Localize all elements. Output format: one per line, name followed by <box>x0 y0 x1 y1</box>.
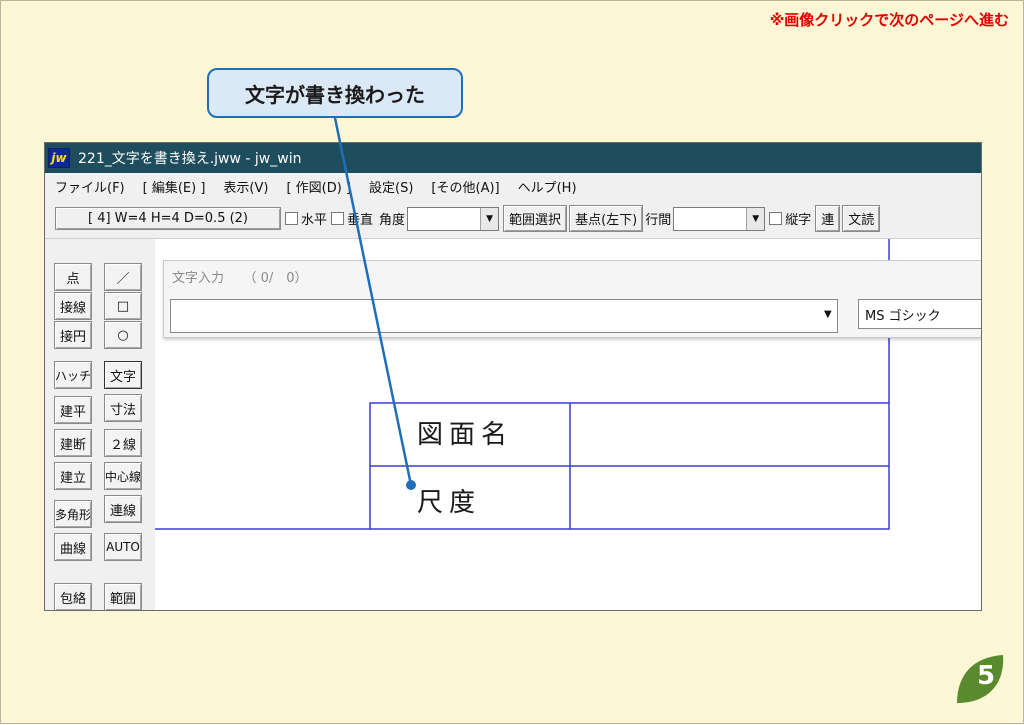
tool-dimension[interactable]: 寸法 <box>104 394 142 422</box>
tool-tangent-circle[interactable]: 接円 <box>54 321 92 349</box>
slide[interactable]: ※画像クリックで次のページへ進む 文字が書き換わった jw 221_文字を書き換… <box>0 0 1024 724</box>
title-cell-label: 図面名 <box>417 420 514 450</box>
menu-other[interactable]: [その他(A)] <box>431 177 499 196</box>
menu-settings[interactable]: 設定(S) <box>369 177 413 196</box>
chevron-down-icon[interactable]: ▼ <box>480 207 499 230</box>
tool-text[interactable]: 文字 <box>104 361 142 389</box>
next-page-notice[interactable]: ※画像クリックで次のページへ進む <box>770 9 1009 30</box>
menu-edit[interactable]: [ 編集(E) ] <box>143 177 206 196</box>
tool-line[interactable]: ／ <box>104 263 142 291</box>
tool-rectangle[interactable]: □ <box>104 292 142 320</box>
menu-draw[interactable]: [ 作図(D) ] <box>286 177 351 196</box>
read-text-button[interactable]: 文読 <box>842 205 881 232</box>
layer-settings-button[interactable]: [ 4] W=4 H=4 D=0.5 (2) <box>55 207 281 230</box>
vertical-text-label: 縦字 <box>785 213 812 228</box>
continuous-button[interactable]: 連 <box>815 205 841 232</box>
menu-bar: ファイル(F) [ 編集(E) ] 表示(V) [ 作図(D) ] 設定(S) … <box>45 173 981 199</box>
font-select[interactable]: MS ゴシック <box>858 299 981 329</box>
vertical-label: 垂直 <box>347 213 374 228</box>
tool-polygon[interactable]: 多角形 <box>54 500 92 528</box>
tool-elevation[interactable]: 建立 <box>54 462 92 490</box>
vertical-checkbox[interactable] <box>331 212 345 225</box>
tool-connect-line[interactable]: 連線 <box>104 495 142 523</box>
menu-file[interactable]: ファイル(F) <box>55 177 125 196</box>
tool-curve[interactable]: 曲線 <box>54 533 92 561</box>
text-input-panel: 文字入力 （ 0/ 0） ▼ MS ゴシック <box>163 260 981 338</box>
text-input-field[interactable] <box>170 299 838 333</box>
tool-point[interactable]: 点 <box>54 263 92 291</box>
menu-help[interactable]: ヘルプ(H) <box>518 177 577 196</box>
tool-envelope[interactable]: 包絡 <box>54 583 92 610</box>
angle-label: 角度 <box>379 213 406 228</box>
angle-combo[interactable]: ▼ <box>407 206 500 231</box>
page-number: 5 <box>976 661 996 691</box>
control-bar: [ 4] W=4 H=4 D=0.5 (2) 水平 垂直 角度 ▼ 範囲選択 基… <box>45 199 981 239</box>
window-title: 221_文字を書き換え.jww - jw_win <box>78 151 302 167</box>
callout-box: 文字が書き換わった <box>207 68 463 118</box>
base-point-button[interactable]: 基点(左下) <box>569 205 644 232</box>
vertical-text-checkbox[interactable] <box>769 212 783 225</box>
tool-hatch[interactable]: ハッチ <box>54 361 92 389</box>
jw-cad-window: jw 221_文字を書き換え.jww - jw_win ファイル(F) [ 編集… <box>44 142 982 611</box>
tool-range[interactable]: 範囲 <box>104 583 142 610</box>
scale-cell-label: 尺度 <box>417 488 482 518</box>
range-select-button[interactable]: 範囲選択 <box>503 205 568 232</box>
tool-auto[interactable]: AUTO <box>104 533 142 561</box>
title-bar: jw 221_文字を書き換え.jww - jw_win <box>45 143 981 173</box>
tool-circle[interactable]: ○ <box>104 321 142 349</box>
tool-center-line[interactable]: 中心線 <box>104 462 142 490</box>
line-spacing-combo[interactable]: ▼ <box>673 206 766 231</box>
menu-view[interactable]: 表示(V) <box>223 177 268 196</box>
horizontal-label: 水平 <box>301 213 328 228</box>
jw-app-icon: jw <box>48 148 70 168</box>
tool-section[interactable]: 建断 <box>54 429 92 457</box>
chevron-down-icon[interactable]: ▼ <box>824 309 832 320</box>
chevron-down-icon[interactable]: ▼ <box>746 207 765 230</box>
tool-palette: 点 接線 接円 ハッチ 建平 建断 建立 多角形 曲線 包絡 ／ □ ○ 文字 … <box>45 239 153 610</box>
horizontal-checkbox[interactable] <box>285 212 298 225</box>
line-spacing-label: 行間 <box>645 213 672 228</box>
tool-plan[interactable]: 建平 <box>54 396 92 424</box>
tool-tangent-line[interactable]: 接線 <box>54 292 92 320</box>
tool-double-line[interactable]: ２線 <box>104 429 142 457</box>
text-input-caption: 文字入力 （ 0/ 0） <box>172 271 308 286</box>
